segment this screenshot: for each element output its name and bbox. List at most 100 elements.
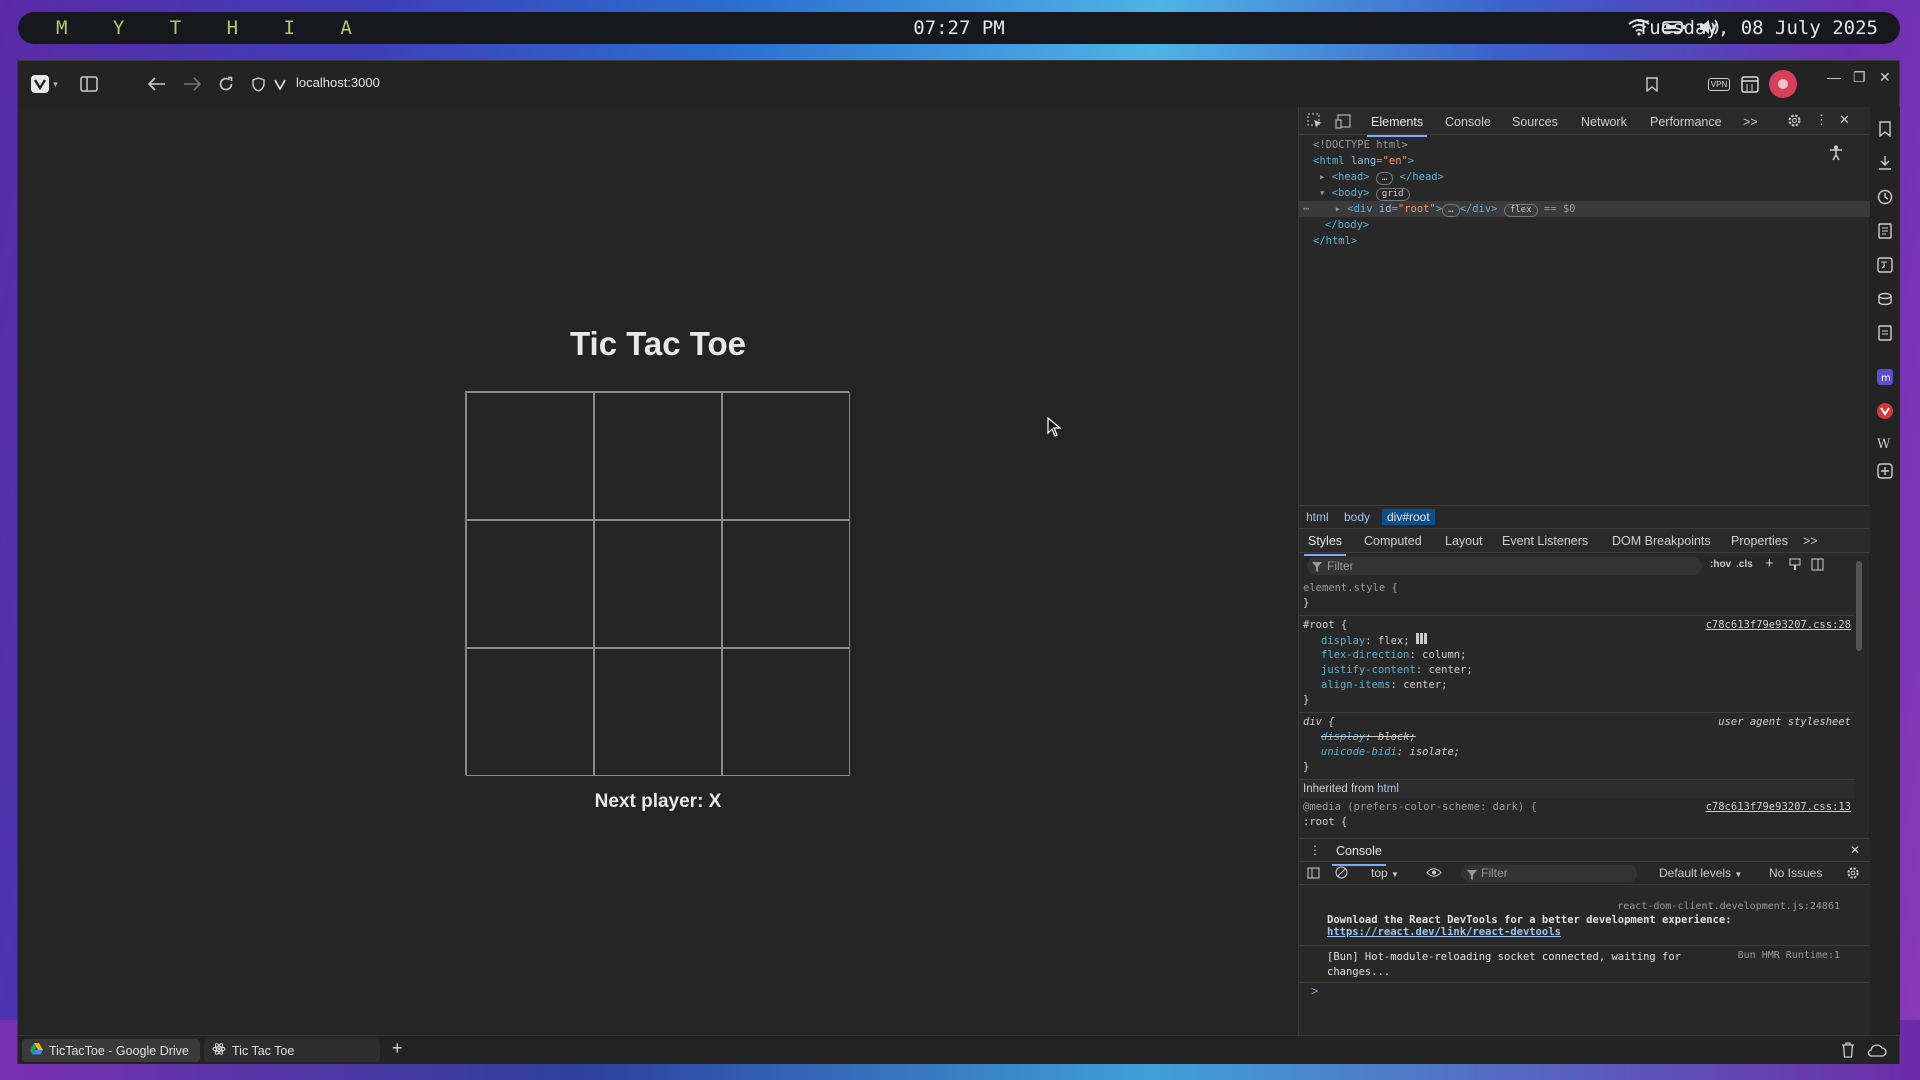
root-rule-selector[interactable]: #root {c78c613f79e93207.css:28 [1299,618,1855,633]
system-clock[interactable]: 07:27 PM [18,17,1900,39]
gear-icon[interactable] [1846,866,1860,883]
tab-properties[interactable]: Properties [1731,534,1788,548]
styles-filter-input[interactable]: Filter [1307,557,1702,575]
more-tabs-button[interactable]: >> [1743,115,1758,129]
gear-icon[interactable] [1787,113,1802,131]
tab-network[interactable]: Network [1581,115,1627,129]
mastodon-icon[interactable]: m [1877,369,1893,385]
breadcrumb-body[interactable]: body [1344,510,1370,524]
paint-icon[interactable] [1789,558,1801,574]
styles-scrollbar[interactable] [1854,553,1864,783]
reload-button[interactable] [215,73,237,95]
console-prompt[interactable]: > [1311,984,1318,998]
site-info-icon[interactable] [269,73,291,95]
board-cell[interactable] [594,520,722,648]
css-property[interactable]: flex-direction: column; [1299,648,1855,663]
forward-button[interactable] [181,73,203,95]
devtools-link[interactable]: https://react.dev/link/react-devtools [1327,926,1561,938]
address-bar[interactable]: localhost:3000 [296,75,380,90]
bookmark-icon[interactable] [1641,73,1663,95]
board-cell[interactable] [594,392,722,520]
device-toolbar-icon[interactable] [1335,113,1351,132]
media-root-selector[interactable]: :root { [1299,815,1855,830]
vivaldi-menu-button[interactable]: ▼ [28,73,62,95]
translate-icon[interactable] [1877,257,1893,273]
tab-event-listeners[interactable]: Event Listeners [1502,534,1588,548]
accessibility-icon[interactable] [1829,145,1843,164]
downloads-icon[interactable] [1877,155,1893,171]
triangle-down-icon[interactable]: ▾ [1319,187,1332,199]
inspect-element-icon[interactable] [1307,113,1323,132]
profile-avatar[interactable] [1769,70,1797,98]
css-property[interactable]: align-items: center; [1299,678,1855,693]
notes-icon[interactable] [1877,325,1893,341]
board-cell[interactable] [722,648,850,776]
back-button[interactable] [146,73,168,95]
ellipsis-icon[interactable]: … [1442,204,1460,217]
minimize-icon[interactable]: — [1827,69,1841,85]
breadcrumb-html[interactable]: html [1306,510,1329,524]
add-panel-icon[interactable] [1877,463,1893,479]
calendar-icon[interactable] [1739,73,1761,95]
media-source-link[interactable]: c78c613f79e93207.css:13 [1706,800,1851,815]
window-panel-icon[interactable] [1877,291,1893,307]
add-rule-icon[interactable]: + [1765,555,1774,572]
dom-body-close[interactable]: </body> [1299,217,1870,233]
triangle-right-icon[interactable]: ▸ [1319,171,1332,183]
restore-icon[interactable]: ❐ [1853,69,1866,86]
issues-counter[interactable]: No Issues [1769,866,1822,880]
vpn-button[interactable]: VPN [1704,73,1734,95]
panel-toggle-button[interactable] [78,73,100,95]
board-cell[interactable] [722,392,850,520]
log-levels-dropdown[interactable]: Default levels ▼ [1659,866,1742,880]
dom-doctype[interactable]: <!DOCTYPE html> [1299,137,1870,153]
css-property[interactable]: justify-content: center; [1299,663,1855,678]
kebab-menu-icon[interactable]: ⋮ [1309,843,1321,857]
dom-body-node[interactable]: ▾ <body> grid [1299,185,1870,201]
reading-list-icon[interactable] [1877,223,1893,239]
board-cell[interactable] [466,648,594,776]
board-cell[interactable] [466,392,594,520]
console-filter-input[interactable]: Filter [1461,865,1637,882]
css-property[interactable]: unicode-bidi: isolate; [1299,745,1855,760]
tab-google-drive[interactable]: TicTacToe - Google Drive [22,1039,200,1062]
board-cell[interactable] [466,520,594,648]
root-source-link[interactable]: c78c613f79e93207.css:28 [1706,618,1851,633]
kebab-menu-icon[interactable]: ⋮ [1815,112,1828,128]
tab-layout[interactable]: Layout [1445,534,1483,548]
tab-console[interactable]: Console [1445,115,1491,129]
wikipedia-icon[interactable]: W [1877,437,1893,453]
eye-icon[interactable] [1426,867,1442,881]
cloud-sync-icon[interactable] [1867,1042,1887,1063]
board-cell[interactable] [722,520,850,648]
dom-root-node[interactable]: ⋯ ▸ <div id="root">… </div> flex == $0 [1299,201,1870,217]
cls-toggle[interactable]: .cls [1736,559,1753,570]
history-icon[interactable] [1877,189,1893,205]
new-tab-button[interactable]: + [392,1038,403,1059]
flex-editor-icon[interactable] [1415,633,1427,649]
grid-badge[interactable]: grid [1375,188,1410,201]
tab-performance[interactable]: Performance [1650,115,1722,129]
element-style-rule[interactable]: element.style { [1299,581,1855,596]
css-property[interactable]: display: flex; [1299,633,1855,648]
ellipsis-icon[interactable]: … [1375,172,1394,185]
trash-icon[interactable] [1841,1042,1855,1063]
shield-icon[interactable] [247,73,269,95]
media-rule[interactable]: @media (prefers-color-scheme: dark) {c78… [1299,800,1855,815]
triangle-right-icon[interactable]: ▸ [1335,203,1348,215]
dom-html-close[interactable]: </html> [1299,233,1870,249]
close-drawer-icon[interactable]: ✕ [1850,843,1860,857]
css-property[interactable]: display: block; [1299,730,1855,745]
close-devtools-icon[interactable]: ✕ [1839,112,1850,128]
hov-toggle[interactable]: :hov [1710,559,1731,570]
tab-elements[interactable]: Elements [1366,115,1428,137]
div-rule-selector[interactable]: div {user agent stylesheet [1299,715,1855,730]
sidebar-toggle-icon[interactable] [1811,558,1824,574]
close-window-icon[interactable]: ✕ [1879,69,1891,86]
breadcrumb-root[interactable]: div#root [1382,509,1435,525]
bookmarks-icon[interactable] [1877,121,1893,138]
flex-badge[interactable]: flex [1503,204,1538,217]
vivaldi-social-icon[interactable] [1877,403,1893,419]
tab-tic-tac-toe[interactable]: Tic Tac Toe [204,1039,380,1062]
message-source-link[interactable]: react-dom-client.development.js:24861 [1617,901,1840,912]
